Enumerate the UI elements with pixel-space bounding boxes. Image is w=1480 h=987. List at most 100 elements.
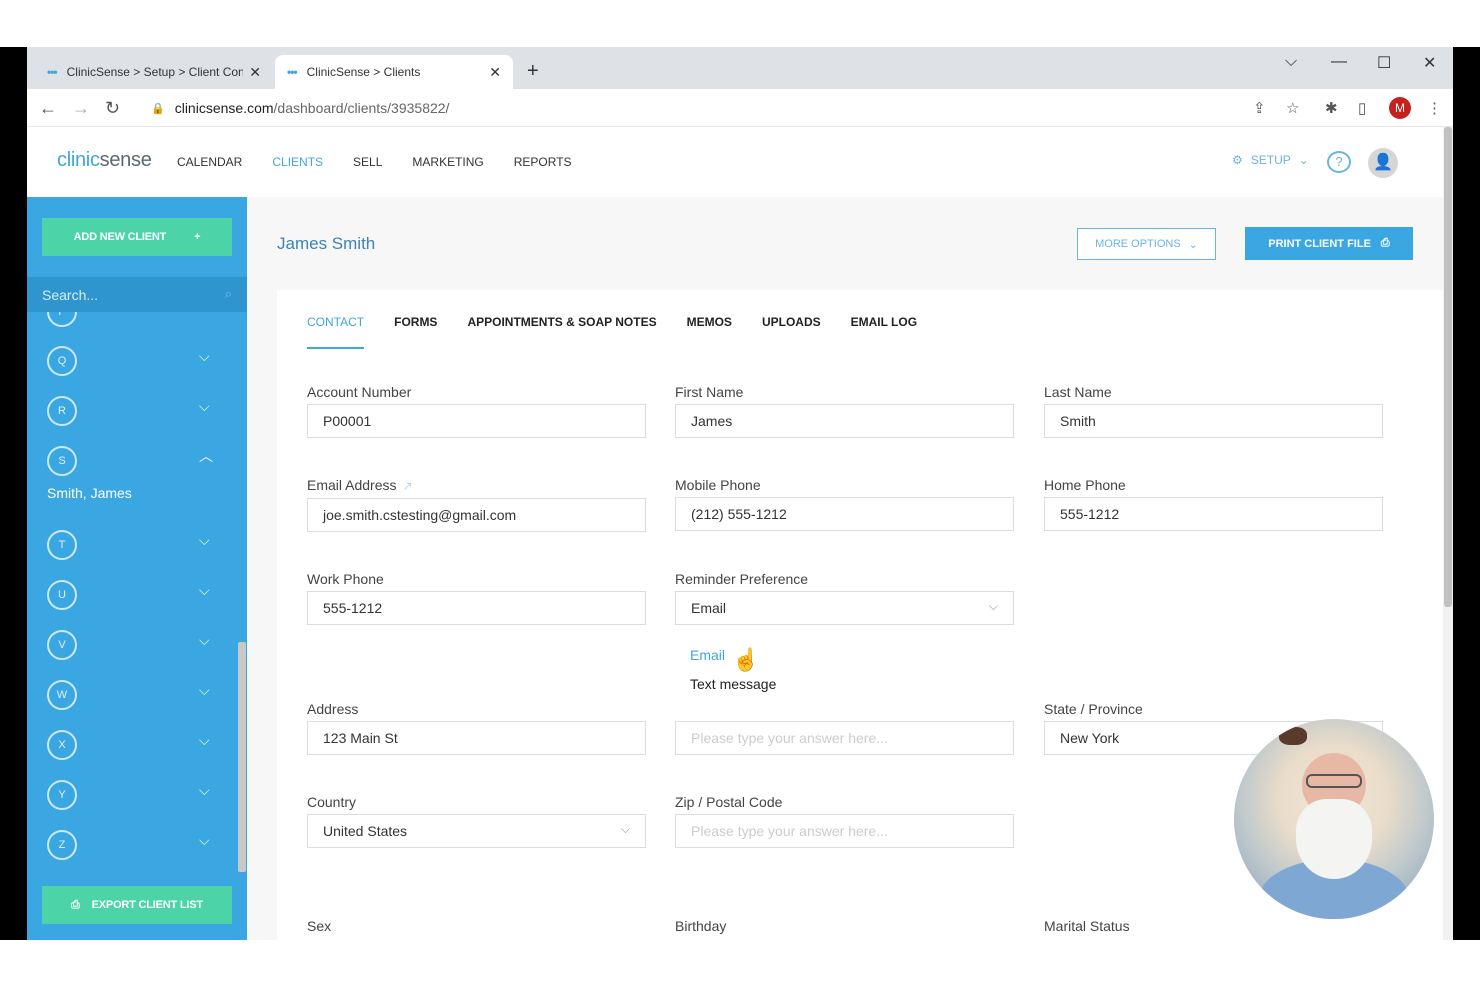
email-label: Email Address ↗ — [307, 477, 413, 493]
extensions-icon[interactable]: ✱ — [1325, 99, 1338, 117]
letter-row-t[interactable]: T ⌵ — [47, 530, 227, 570]
back-icon[interactable]: ← — [39, 98, 57, 119]
chevron-down-icon: ⌵ — [199, 398, 210, 414]
side-panel-icon[interactable]: ▯ — [1358, 99, 1366, 117]
letter-row-y[interactable]: Y ⌵ — [47, 780, 227, 820]
letter-row-p[interactable]: P ⌵ — [47, 312, 227, 337]
browser-menu-icon[interactable]: ⋮ — [1427, 99, 1442, 117]
tab-forms[interactable]: FORMS — [394, 315, 437, 349]
mobile-phone-field[interactable]: (212) 555-1212 — [675, 497, 1014, 531]
export-client-list-button[interactable]: ⎙ EXPORT CLIENT LIST — [42, 886, 232, 924]
last-name-field[interactable]: Smith — [1044, 404, 1383, 438]
home-phone-field[interactable]: 555-1212 — [1044, 497, 1383, 531]
clinicsense-logo[interactable]: clinicsense — [57, 149, 152, 172]
reminder-preference-select[interactable]: Email ⌵ — [675, 591, 1014, 625]
url-host: clinicsense.com — [174, 100, 274, 116]
share-icon[interactable]: ⇪ — [1253, 99, 1266, 117]
lock-icon: 🔒 — [151, 102, 165, 115]
email-field[interactable]: joe.smith.cstesting@gmail.com — [307, 498, 646, 532]
option-text-message[interactable]: Text message — [690, 676, 776, 692]
gear-icon: ⚙ — [1232, 153, 1243, 167]
work-phone-label: Work Phone — [307, 571, 384, 587]
letter-row-q[interactable]: Q ⌵ — [47, 346, 227, 386]
close-window-icon[interactable]: ✕ — [1423, 53, 1436, 73]
add-new-client-button[interactable]: ADD NEW CLIENT + — [42, 218, 232, 256]
browser-tab-clients[interactable]: ••• ClinicSense > Clients ✕ — [275, 55, 513, 89]
first-name-field[interactable]: James — [675, 404, 1014, 438]
country-selected-value: United States — [323, 823, 408, 839]
user-avatar-icon[interactable]: 👤 — [1368, 148, 1398, 178]
option-email[interactable]: Email — [690, 647, 725, 663]
sidebar-scrollbar[interactable] — [237, 312, 247, 872]
letter-row-w[interactable]: W ⌵ — [47, 680, 227, 720]
letter-row-z[interactable]: Z ⌵ — [47, 830, 227, 870]
chevron-down-icon: ⌵ — [199, 632, 210, 648]
search-icon: ⌕ — [224, 286, 232, 301]
export-icon: ⎙ — [71, 898, 80, 911]
work-phone-field[interactable]: 555-1212 — [307, 591, 646, 625]
mobile-phone-label: Mobile Phone — [675, 477, 761, 493]
letter-list: P ⌵ Q ⌵ R ⌵ S ︿ Smith, James T ⌵ U ⌵ — [27, 312, 237, 872]
tab-email-log[interactable]: EMAIL LOG — [851, 315, 917, 349]
tab-uploads[interactable]: UPLOADS — [762, 315, 821, 349]
print-client-file-button[interactable]: PRINT CLIENT FILE ⎙ — [1245, 227, 1413, 260]
state-label: State / Province — [1044, 701, 1143, 717]
setup-menu[interactable]: ⚙ SETUP ⌄ — [1232, 153, 1309, 167]
letter-badge: V — [47, 630, 77, 660]
minimize-icon[interactable]: — — [1331, 53, 1347, 71]
letter-row-u[interactable]: U ⌵ — [47, 580, 227, 620]
nav-clients[interactable]: CLIENTS — [272, 155, 323, 169]
chevron-down-icon: ⌵ — [199, 582, 210, 598]
external-link-icon[interactable]: ↗ — [402, 479, 412, 493]
reminder-preference-label: Reminder Preference — [675, 571, 809, 587]
profile-avatar[interactable]: M — [1389, 97, 1411, 119]
sidebar-scroll-thumb[interactable] — [238, 642, 246, 872]
hand-cursor-icon: ☝ — [732, 647, 760, 672]
page-scroll-thumb[interactable] — [1444, 127, 1452, 607]
close-tab-icon[interactable]: ✕ — [489, 64, 501, 81]
reminder-selected-value: Email — [691, 600, 727, 616]
more-options-button[interactable]: MORE OPTIONS ⌄ — [1077, 228, 1216, 260]
bookmark-star-icon[interactable]: ☆ — [1286, 99, 1299, 117]
browser-tab-setup[interactable]: ••• ClinicSense > Setup > Client Con ✕ — [35, 55, 273, 89]
chevron-down-icon: ⌵ — [199, 312, 210, 316]
search-placeholder: Search... — [42, 287, 99, 303]
letter-row-x[interactable]: X ⌵ — [47, 730, 227, 770]
page-scrollbar[interactable] — [1443, 127, 1453, 940]
maximize-icon[interactable]: ☐ — [1377, 53, 1391, 73]
nav-sell[interactable]: SELL — [353, 155, 382, 169]
country-select[interactable]: United States ⌵ — [307, 814, 646, 848]
printer-icon: ⎙ — [1380, 237, 1390, 249]
account-number-label: Account Number — [307, 384, 412, 400]
home-phone-label: Home Phone — [1044, 477, 1126, 493]
tab-appointments-soap-notes[interactable]: APPOINTMENTS & SOAP NOTES — [467, 315, 656, 349]
new-tab-icon[interactable]: + — [527, 60, 539, 83]
letter-row-s[interactable]: S ︿ — [47, 446, 227, 486]
letter-row-v[interactable]: V ⌵ — [47, 630, 227, 670]
letter-row-r[interactable]: R ⌵ — [47, 396, 227, 436]
chevron-down-icon: ⌵ — [199, 532, 210, 548]
tab-memos[interactable]: MEMOS — [687, 315, 732, 349]
forward-icon[interactable]: → — [72, 98, 90, 119]
account-number-field[interactable]: P00001 — [307, 404, 646, 438]
nav-calendar[interactable]: CALENDAR — [177, 155, 242, 169]
tab-contact[interactable]: CONTACT — [307, 315, 365, 349]
client-name-title: James Smith — [277, 234, 376, 253]
tab-search-icon[interactable]: ⌵ — [1285, 53, 1297, 71]
address-line2-field[interactable]: Please type your answer here... — [675, 721, 1014, 755]
url-field[interactable]: 🔒 clinicsense.com/dashboard/clients/3935… — [151, 100, 449, 116]
print-label: PRINT CLIENT FILE — [1268, 237, 1371, 250]
nav-marketing[interactable]: MARKETING — [412, 155, 483, 169]
logo-part-b: sense — [99, 149, 152, 171]
sidebar-client-smith-james[interactable]: Smith, James — [47, 485, 132, 501]
letter-badge: T — [47, 530, 77, 560]
zip-field[interactable]: Please type your answer here... — [675, 814, 1014, 848]
help-icon[interactable]: ? — [1327, 151, 1351, 173]
client-search-input[interactable]: Search... ⌕ — [27, 277, 247, 312]
address-field[interactable]: 123 Main St — [307, 721, 646, 755]
presenter-glasses — [1306, 774, 1362, 788]
nav-reports[interactable]: REPORTS — [514, 155, 572, 169]
reload-icon[interactable]: ↻ — [105, 98, 120, 119]
close-tab-icon[interactable]: ✕ — [249, 64, 261, 81]
more-options-label: MORE OPTIONS — [1095, 238, 1181, 250]
